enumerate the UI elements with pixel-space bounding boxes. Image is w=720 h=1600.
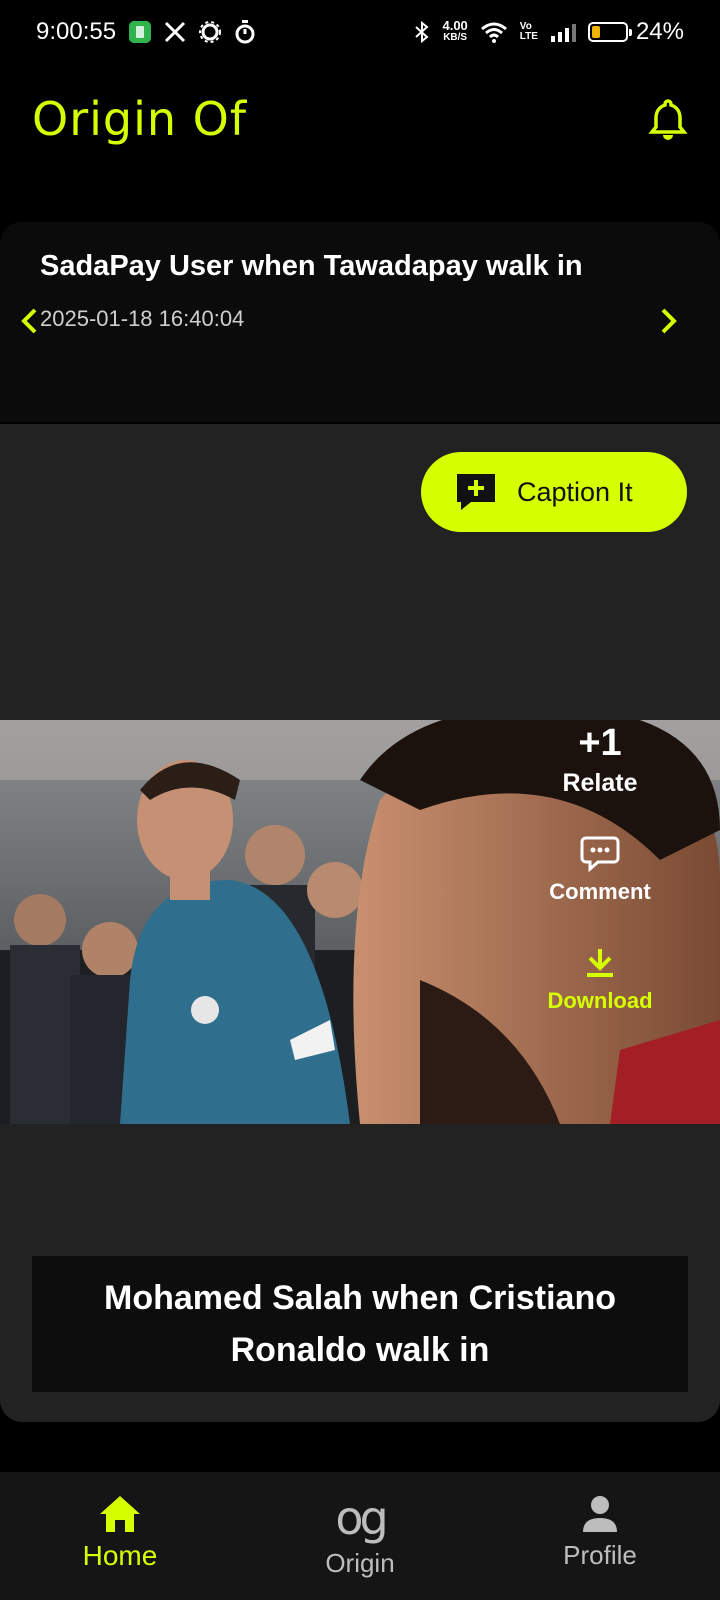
topic-bar: SadaPay User when Tawadapay walk in 2025… bbox=[0, 222, 720, 422]
chevron-left-icon bbox=[21, 308, 37, 334]
signal-icon bbox=[550, 22, 576, 42]
status-right: 4.00 KB/S Vo LTE 24% bbox=[414, 18, 684, 46]
network-speed-unit: KB/S bbox=[443, 32, 468, 43]
nav-origin[interactable]: og Origin bbox=[260, 1472, 460, 1579]
og-logo-icon: og bbox=[335, 1491, 388, 1545]
nav-profile-label: Profile bbox=[563, 1540, 637, 1570]
timer-icon bbox=[234, 20, 256, 44]
bluetooth-icon bbox=[414, 20, 430, 44]
caption-it-label: Caption It bbox=[517, 476, 633, 507]
bottom-navigation: Home og Origin Profile bbox=[0, 1472, 720, 1600]
nav-home[interactable]: Home bbox=[20, 1472, 220, 1572]
status-time: 9:00:55 bbox=[36, 18, 117, 45]
comment-button[interactable]: Comment bbox=[549, 879, 650, 905]
nav-origin-label: Origin bbox=[325, 1548, 395, 1578]
bell-icon[interactable] bbox=[646, 97, 690, 141]
battery-percent: 24% bbox=[635, 18, 684, 45]
nav-home-label: Home bbox=[82, 1540, 158, 1571]
chevron-right-icon bbox=[661, 308, 677, 334]
comment-icon[interactable] bbox=[580, 836, 620, 877]
status-bar: 9:00:55 4.00 KB/S Vo LTE 24% bbox=[0, 0, 720, 64]
download-button[interactable]: Download bbox=[547, 988, 652, 1014]
meme-card: Caption It +1 Relate Comment Download Mo… bbox=[0, 424, 720, 1422]
network-speed: 4.00 KB/S bbox=[442, 18, 468, 44]
app-title: Origin Of bbox=[32, 92, 248, 146]
volte-indicator: Vo LTE bbox=[520, 22, 538, 42]
topic-title: SadaPay User when Tawadapay walk in bbox=[40, 250, 583, 282]
battery-fill bbox=[591, 26, 600, 38]
nav-profile[interactable]: Profile bbox=[500, 1472, 700, 1571]
battery-indicator: 24% bbox=[587, 18, 684, 46]
relate-button[interactable]: Relate bbox=[562, 769, 637, 798]
app-notification-icon bbox=[128, 20, 152, 44]
caption-it-button[interactable]: Caption It bbox=[421, 452, 687, 532]
topic-timestamp: 2025-01-18 16:40:04 bbox=[40, 306, 245, 331]
relate-count[interactable]: +1 bbox=[578, 722, 621, 765]
wifi-icon bbox=[480, 21, 508, 43]
add-comment-icon bbox=[457, 474, 495, 510]
caption-text: Mohamed Salah when Cristiano Ronaldo wal… bbox=[32, 1256, 688, 1392]
side-actions: +1 Relate Comment Download bbox=[520, 720, 680, 1014]
volte-bottom: LTE bbox=[519, 31, 538, 42]
gear-icon bbox=[198, 20, 222, 44]
person-icon bbox=[583, 1496, 617, 1532]
x-app-icon bbox=[164, 21, 186, 43]
battery-icon bbox=[587, 22, 632, 42]
network-speed-value: 4.00 bbox=[442, 18, 468, 33]
download-icon[interactable] bbox=[584, 947, 616, 984]
app-header: Origin Of bbox=[0, 64, 720, 174]
next-topic-button[interactable] bbox=[654, 304, 684, 338]
status-left: 9:00:55 bbox=[36, 18, 256, 46]
home-icon bbox=[100, 1496, 140, 1532]
